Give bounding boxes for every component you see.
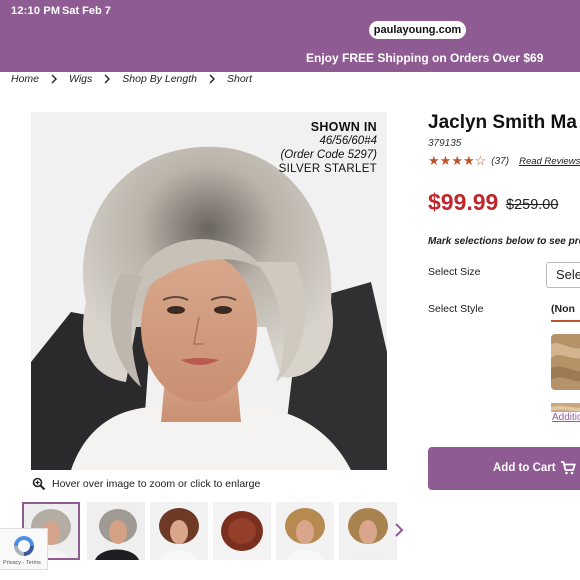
thumbnail-5[interactable] [276,502,334,560]
thumbnail-strip [22,502,400,560]
star-empty-icon: ☆ [474,153,487,168]
additional-link[interactable]: Additio [552,412,580,423]
shown-in-caption: SHOWN IN 46/56/60#4 (Order Code 5297) SI… [279,120,377,176]
cart-icon [561,461,576,475]
style-label: Select Style [428,303,484,315]
recaptcha-icon [14,536,34,556]
recaptcha-terms-link[interactable]: Terms [26,560,41,566]
chevron-right-icon [99,72,115,86]
thumbnail-6[interactable] [339,502,397,560]
thumbnail-2[interactable] [87,502,145,560]
chevron-right-icon[interactable] [392,520,406,540]
product-title: Jaclyn Smith Ma [428,112,577,133]
promo-banner[interactable]: Enjoy FREE Shipping on Orders Over $69 [306,51,543,65]
product-rating: ★ ★ ★ ★ ☆ (37) Read Reviews [428,154,580,168]
sale-price: $99.99 [428,189,499,215]
shown-in-color: SILVER STARLET [278,163,377,175]
shown-in-order-code: (Order Code 5297) [280,149,377,161]
zoom-hint: Hover over image to zoom or click to enl… [32,477,260,491]
star-icon: ★ [439,153,452,168]
chevron-right-icon [204,72,220,86]
star-icon: ★ [451,153,463,168]
top-bar: 12:10 PM Sat Feb 7 paulayoung.com Enjoy … [0,0,580,72]
star-icon: ★ [462,153,475,168]
thumbnail-4[interactable] [213,502,271,560]
add-to-cart-button[interactable]: Add to Cart [428,447,580,490]
thumbnail-3[interactable] [150,502,208,560]
style-swatch-2[interactable] [551,401,580,412]
address-bar[interactable]: paulayoung.com [369,21,466,39]
style-selected-value[interactable]: (Non [551,303,575,315]
shown-in-heading: SHOWN IN [310,120,377,134]
star-icon: ★ [428,153,440,168]
recaptcha-links: Privacy - Terms [3,560,41,566]
breadcrumb: Home Wigs Shop By Length Short [11,72,252,86]
status-date: Sat Feb 7 [62,5,111,17]
original-price: $259.00 [506,197,559,213]
style-swatch-1[interactable] [551,334,580,390]
star-rating[interactable]: ★ ★ ★ ★ ☆ [428,154,486,168]
selection-instruction: Mark selections below to see pro [428,236,580,247]
style-underline [551,320,580,322]
magnifier-zoom-icon [32,477,46,491]
chevron-right-icon [46,72,62,86]
product-main-image[interactable]: SHOWN IN 46/56/60#4 (Order Code 5297) SI… [31,112,387,470]
breadcrumb-home[interactable]: Home [11,73,39,85]
status-time: 12:10 PM [11,5,61,17]
shown-in-codes: 46/56/60#4 [319,135,377,147]
product-sku: 379135 [428,138,462,149]
size-label: Select Size [428,266,481,278]
review-count: (37) [491,155,510,167]
recaptcha-badge[interactable]: Privacy - Terms [0,528,48,570]
add-to-cart-label: Add to Cart [493,462,556,474]
size-select[interactable]: Sele [546,262,580,288]
breadcrumb-short[interactable]: Short [227,73,252,85]
zoom-hint-text: Hover over image to zoom or click to enl… [52,478,261,490]
breadcrumb-wigs[interactable]: Wigs [69,73,92,85]
recaptcha-privacy-link[interactable]: Privacy [3,560,21,566]
breadcrumb-shop-by-length[interactable]: Shop By Length [122,73,197,85]
read-reviews-link[interactable]: Read Reviews [519,156,580,167]
